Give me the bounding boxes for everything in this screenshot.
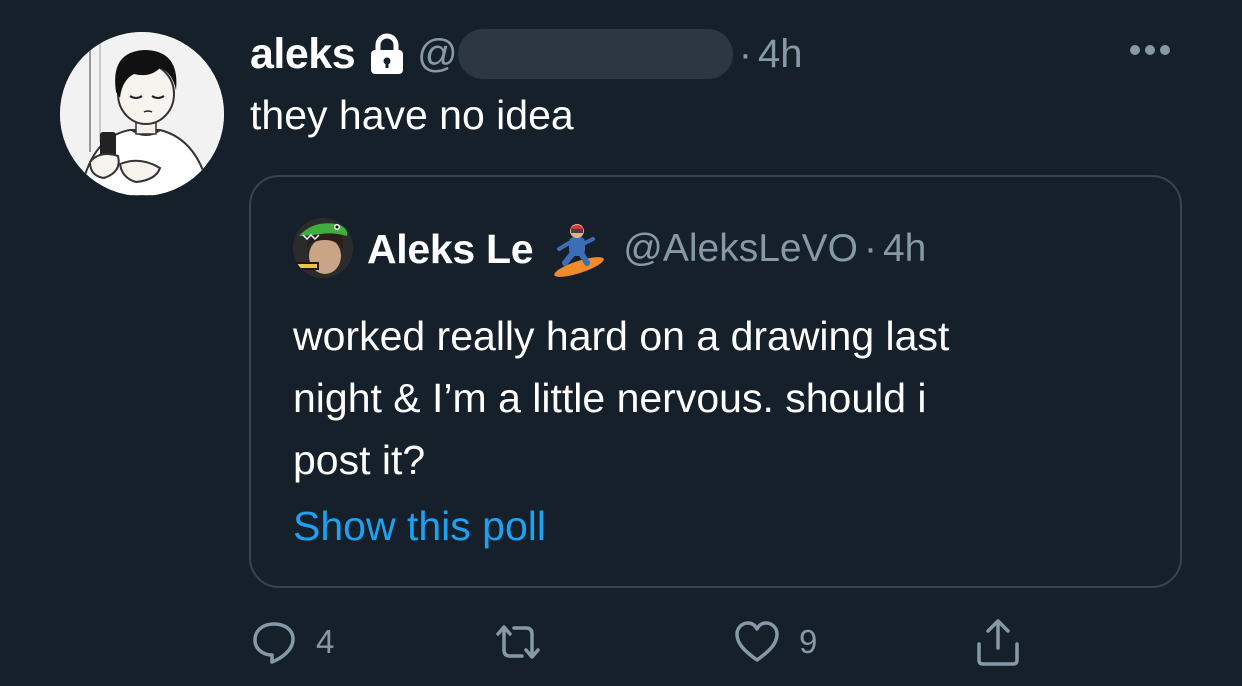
quoted-timestamp[interactable]: 4h [883, 227, 926, 271]
tweet-text: they have no idea [250, 92, 574, 138]
reply-button[interactable]: 4 [250, 612, 334, 672]
user-avatar[interactable] [60, 32, 224, 196]
display-name[interactable]: aleks [250, 30, 356, 79]
quoted-user-avatar[interactable] [293, 218, 353, 278]
like-count: 9 [799, 623, 818, 660]
tweet[interactable]: aleks @ · 4h they have no idea Aleks Le … [0, 0, 1242, 686]
like-button[interactable]: 9 [733, 612, 817, 672]
quoted-text-line: night & I’m a little nervous. should i [293, 375, 927, 421]
quoted-tweet-header: Aleks Le @AleksLeVO · 4h [367, 219, 926, 279]
retweet-button[interactable] [492, 612, 562, 672]
quoted-separator-dot: · [863, 227, 877, 270]
heart-icon [735, 621, 779, 662]
quoted-tweet-text: worked really hard on a drawing last nig… [293, 305, 1113, 491]
show-poll-link[interactable]: Show this poll [293, 503, 546, 550]
snowboarder-emoji-icon [547, 219, 607, 279]
lock-icon [367, 32, 407, 76]
retweet-icon [496, 625, 540, 659]
share-button[interactable] [972, 612, 1024, 672]
quoted-handle[interactable]: @AleksLeVO [623, 227, 858, 271]
redacted-handle [457, 29, 733, 79]
tweet-timestamp[interactable]: 4h [758, 32, 803, 77]
reply-icon [253, 622, 295, 664]
quoted-display-name[interactable]: Aleks Le [367, 226, 534, 273]
quoted-text-line: worked really hard on a drawing last [293, 313, 950, 359]
reply-count: 4 [316, 623, 335, 660]
separator-dot: · [738, 31, 753, 76]
quoted-avatar-photo [293, 218, 353, 278]
avatar-illustration [60, 32, 224, 196]
quoted-tweet-card[interactable]: Aleks Le @AleksLeVO · 4h worked really h… [249, 175, 1182, 588]
share-icon [977, 619, 1019, 666]
quoted-text-line: post it? [293, 437, 426, 483]
handle-at-symbol[interactable]: @ [417, 32, 458, 77]
tweet-header: aleks @ · 4h [250, 24, 803, 84]
more-icon[interactable] [1128, 42, 1172, 58]
